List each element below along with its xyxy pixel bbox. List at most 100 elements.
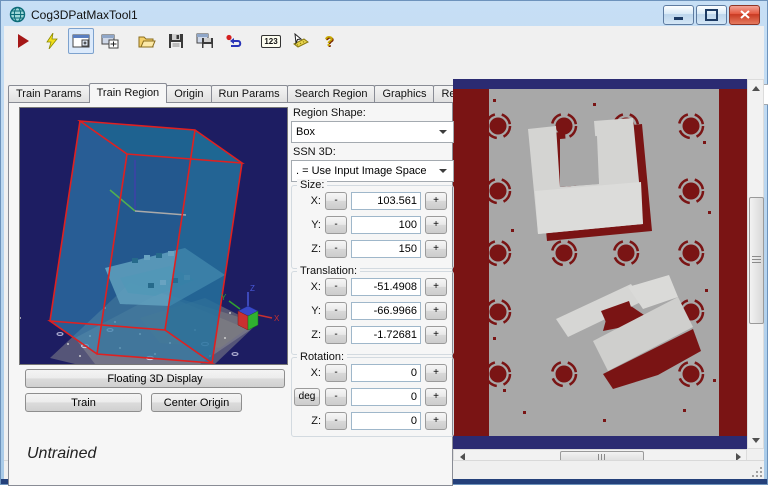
svg-text:X: X (274, 314, 280, 323)
size-x-input[interactable] (351, 192, 421, 210)
app-window: Cog3DPatMaxTool1 123 ? Train Params Trai… (0, 0, 768, 486)
results-123-icon: 123 (261, 34, 281, 48)
title-bar[interactable]: Cog3DPatMaxTool1 (4, 3, 764, 26)
chevron-down-icon (439, 130, 447, 134)
size-z-decrement-button[interactable]: - (325, 240, 347, 258)
rotation-x-label: X: (310, 367, 321, 379)
deg-button[interactable]: deg (294, 388, 320, 406)
train-button[interactable]: Train (25, 393, 142, 412)
scroll-up-button[interactable] (748, 80, 763, 96)
size-y-label: Y: (311, 219, 321, 231)
region-controls: Region Shape: Box SSN 3D: . = Use Input … (291, 105, 454, 437)
rotation-group: Rotation: X: - + deg Y: - + (291, 351, 454, 437)
rotation-x-input[interactable] (351, 364, 421, 382)
tab-run-params[interactable]: Run Params (210, 85, 288, 103)
floating-display-button-icon[interactable] (97, 28, 123, 54)
tab-train-params[interactable]: Train Params (8, 85, 90, 103)
run-button[interactable] (10, 28, 36, 54)
rotation-x-decrement-button[interactable]: - (325, 364, 347, 382)
ssn3d-label: SSN 3D: (293, 146, 336, 158)
rotation-z-input[interactable] (351, 412, 421, 430)
tab-strip: Train Params Train Region Origin Run Par… (8, 83, 487, 103)
floating-window-icon (101, 34, 119, 48)
center-origin-button[interactable]: Center Origin (151, 393, 242, 412)
tab-train-region[interactable]: Train Region (88, 83, 168, 103)
floppy-disk-icon (169, 34, 183, 48)
tab-graphics[interactable]: Graphics (374, 85, 435, 103)
rotation-y-increment-button[interactable]: + (425, 388, 447, 406)
rotation-z-increment-button[interactable]: + (425, 412, 447, 430)
rotation-y-input[interactable] (351, 388, 421, 406)
minimize-button[interactable] (663, 4, 694, 25)
rotation-x-increment-button[interactable]: + (425, 364, 447, 382)
scroll-down-button[interactable] (748, 432, 763, 448)
help-button[interactable]: ? (316, 28, 342, 54)
ruler-pointer-icon (293, 33, 309, 48)
toolbar: 123 ? (4, 26, 764, 56)
floating-3d-display-button[interactable]: Floating 3D Display (25, 369, 285, 388)
size-x-label: X: (310, 195, 321, 207)
translation-x-label: X: (310, 281, 321, 293)
tab-page-train-region: Z X Y Floating 3D Display Train Center O… (8, 102, 454, 486)
lightning-icon (46, 33, 58, 49)
rotation-z-label: Z: (311, 415, 321, 427)
vertical-scroll-thumb[interactable] (749, 197, 764, 324)
size-y-decrement-button[interactable]: - (325, 216, 347, 234)
translation-y-label: Y: (311, 305, 321, 317)
tab-search-region[interactable]: Search Region (286, 85, 376, 103)
reset-arrow-icon (226, 34, 242, 47)
size-z-input[interactable] (351, 240, 421, 258)
train-state-text: Untrained (27, 445, 97, 462)
size-z-increment-button[interactable]: + (425, 240, 447, 258)
translation-z-label: Z: (311, 329, 321, 341)
floppy-with-window-icon (196, 33, 213, 48)
window-title: Cog3DPatMaxTool1 (31, 7, 138, 22)
size-x-decrement-button[interactable]: - (325, 192, 347, 210)
arrow-down-icon (751, 437, 760, 443)
run-icon (18, 34, 29, 48)
svg-text:Y: Y (221, 293, 227, 302)
train-region-3d-display[interactable]: Z X Y (19, 107, 288, 365)
translation-x-input[interactable] (351, 278, 421, 296)
translation-x-increment-button[interactable]: + (425, 278, 447, 296)
translation-group-label: Translation: (297, 265, 361, 277)
translation-x-decrement-button[interactable]: - (325, 278, 347, 296)
show-results-button[interactable]: 123 (258, 28, 284, 54)
open-folder-icon (138, 36, 156, 47)
live-run-button[interactable] (39, 28, 65, 54)
region-shape-select[interactable]: Box (291, 121, 454, 143)
translation-z-decrement-button[interactable]: - (325, 326, 347, 344)
region-shape-label: Region Shape: (293, 107, 366, 119)
close-button[interactable] (729, 4, 760, 25)
rotation-z-decrement-button[interactable]: - (325, 412, 347, 430)
rotation-y-decrement-button[interactable]: - (325, 388, 347, 406)
size-group-label: Size: (297, 179, 328, 191)
help-question-icon: ? (324, 32, 334, 50)
size-z-label: Z: (311, 243, 321, 255)
translation-y-increment-button[interactable]: + (425, 302, 447, 320)
restore-icon (705, 8, 718, 21)
electric-display-button[interactable] (68, 28, 94, 54)
close-icon (739, 10, 750, 19)
save-button[interactable] (163, 28, 189, 54)
save-image-button[interactable] (192, 28, 218, 54)
rotation-group-label: Rotation: (297, 351, 348, 363)
resize-grip[interactable] (752, 467, 762, 477)
size-y-input[interactable] (351, 216, 421, 234)
input-image-display[interactable] (453, 79, 747, 449)
chevron-down-icon (439, 169, 447, 173)
restore-button[interactable] (696, 4, 727, 25)
size-x-increment-button[interactable]: + (425, 192, 447, 210)
client-area: 123 ? Train Params Train Region Origin R… (4, 26, 768, 486)
tab-origin[interactable]: Origin (166, 85, 212, 103)
open-file-button[interactable] (134, 28, 160, 54)
measure-button[interactable] (287, 28, 313, 54)
translation-y-decrement-button[interactable]: - (325, 302, 347, 320)
translation-z-increment-button[interactable]: + (425, 326, 447, 344)
display-window-icon (72, 34, 90, 48)
image-vertical-scrollbar[interactable] (747, 79, 764, 449)
translation-z-input[interactable] (351, 326, 421, 344)
size-y-increment-button[interactable]: + (425, 216, 447, 234)
reset-button[interactable] (221, 28, 247, 54)
translation-y-input[interactable] (351, 302, 421, 320)
